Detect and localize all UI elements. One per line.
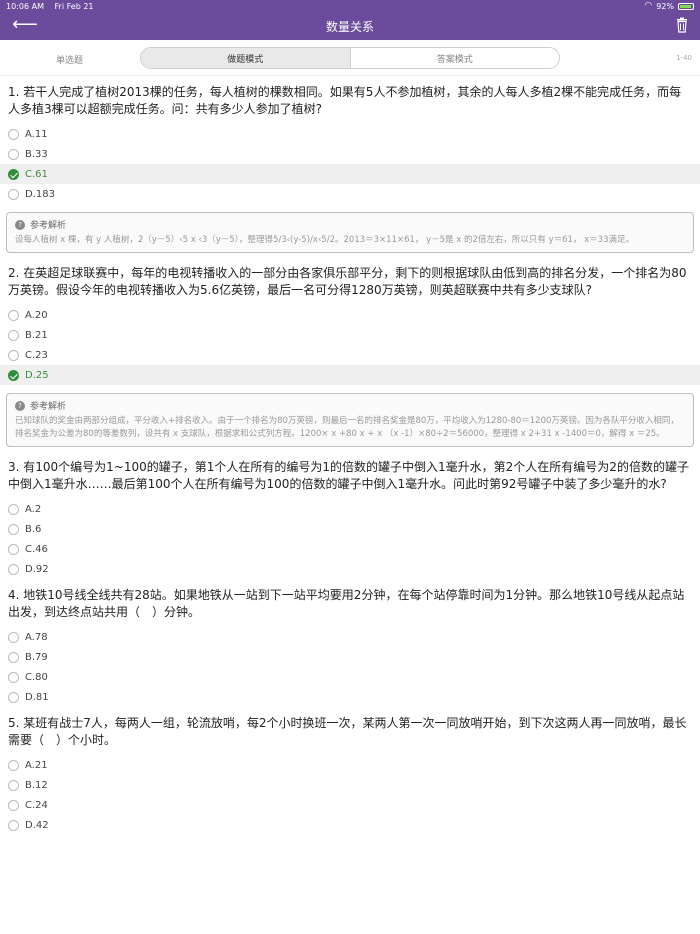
question-mark-icon: ? — [15, 219, 25, 230]
battery-icon — [678, 2, 694, 10]
option-a[interactable]: A.11 — [0, 124, 700, 144]
option-label: C.80 — [25, 671, 48, 683]
page-title: 数量关系 — [325, 19, 374, 34]
option-b[interactable]: B.21 — [0, 325, 700, 345]
option-label: D.25 — [25, 369, 49, 381]
option-label: C.24 — [25, 799, 48, 811]
option-label: A.20 — [25, 309, 48, 321]
question-1: 1. 若干人完成了植树2013棵的任务，每人植树的棵数相同。如果有5人不参加植树… — [0, 76, 700, 253]
explanation-header: ? 参考解析 — [15, 399, 685, 412]
option-c[interactable]: C.80 — [0, 667, 700, 687]
option-b[interactable]: B.79 — [0, 647, 700, 667]
radio-icon — [8, 329, 19, 341]
option-label: D.81 — [25, 691, 49, 703]
option-d[interactable]: D.81 — [0, 687, 700, 707]
battery-percent: 92% — [656, 1, 674, 11]
option-label: B.79 — [25, 651, 48, 663]
radio-icon — [8, 309, 19, 321]
radio-icon — [8, 691, 19, 703]
question-text: 2. 在英超足球联赛中，每年的电视转播收入的一部分由各家俱乐部平分，剩下的则根据… — [8, 266, 687, 297]
radio-icon — [8, 671, 19, 683]
question-3: 3. 有100个编号为1~100的罐子，第1个人在所有的编号为1的倍数的罐子中倒… — [0, 451, 700, 579]
radio-icon — [8, 779, 19, 791]
radio-icon — [8, 543, 19, 555]
option-c[interactable]: C.24 — [0, 795, 700, 815]
option-a[interactable]: A.20 — [0, 305, 700, 325]
radio-icon — [8, 759, 19, 771]
explanation-label: 参考解析 — [30, 221, 67, 231]
option-a[interactable]: A.21 — [0, 755, 700, 775]
top-bar: 10:06 AM Fri Feb 21 ◠ 92% ⟵ 数量关系 — [0, 0, 700, 40]
question-list: 1. 若干人完成了植树2013棵的任务，每人植树的棵数相同。如果有5人不参加植树… — [0, 76, 700, 835]
option-b[interactable]: B.6 — [0, 519, 700, 539]
wifi-icon: ◠ — [644, 1, 653, 11]
radio-icon — [8, 799, 19, 811]
radio-icon — [8, 349, 19, 361]
question-type-label: 单选题 — [56, 56, 84, 66]
option-a[interactable]: A.78 — [0, 627, 700, 647]
tab-answer-mode[interactable]: 答案模式 — [351, 48, 560, 68]
question-text: 5. 某班有战士7人，每两人一组，轮流放哨，每2个小时换班一次，某两人第一次一同… — [8, 716, 687, 747]
option-label: B.33 — [25, 148, 48, 160]
option-label: B.21 — [25, 329, 48, 341]
radio-icon — [8, 819, 19, 831]
radio-icon — [8, 631, 19, 643]
question-text: 3. 有100个编号为1~100的罐子，第1个人在所有的编号为1的倍数的罐子中倒… — [8, 460, 689, 491]
question-2: 2. 在英超足球联赛中，每年的电视转播收入的一部分由各家俱乐部平分，剩下的则根据… — [0, 257, 700, 447]
radio-icon — [8, 651, 19, 663]
option-label: A.21 — [25, 759, 48, 771]
radio-icon — [8, 503, 19, 515]
option-d[interactable]: D.183 — [0, 184, 700, 204]
option-label: D.92 — [25, 563, 49, 575]
trash-icon[interactable] — [676, 17, 688, 33]
status-date: Fri Feb 21 — [54, 1, 94, 11]
option-label: C.23 — [25, 349, 48, 361]
option-label: C.46 — [25, 543, 48, 555]
option-label: A.11 — [25, 128, 48, 140]
question-text: 4. 地铁10号线全线共有28站。如果地铁从一站到下一站平均要用2分钟，在每个站… — [8, 588, 685, 619]
option-label: A.78 — [25, 631, 48, 643]
radio-icon — [8, 523, 19, 535]
option-d[interactable]: D.25 — [0, 365, 700, 385]
option-c[interactable]: C.46 — [0, 539, 700, 559]
option-label: C.61 — [25, 168, 48, 180]
question-5: 5. 某班有战士7人，每两人一组，轮流放哨，每2个小时换班一次，某两人第一次一同… — [0, 707, 700, 835]
radio-icon — [8, 148, 19, 160]
explanation-box: ? 参考解析 设每人植树 x 棵，有 y 人植树，2（y－5）‹5 x ‹3（y－… — [6, 212, 694, 253]
option-label: B.12 — [25, 779, 48, 791]
option-d[interactable]: D.92 — [0, 559, 700, 579]
option-a[interactable]: A.2 — [0, 499, 700, 519]
option-label: B.6 — [25, 523, 42, 535]
question-mark-icon: ? — [15, 400, 25, 411]
option-b[interactable]: B.33 — [0, 144, 700, 164]
option-c[interactable]: C.23 — [0, 345, 700, 365]
question-range: 1-40 — [676, 54, 692, 62]
status-bar: 10:06 AM Fri Feb 21 ◠ 92% — [0, 0, 700, 12]
tab-practice-mode[interactable]: 做题模式 — [141, 48, 351, 68]
option-label: D.42 — [25, 819, 49, 831]
question-4: 4. 地铁10号线全线共有28站。如果地铁从一站到下一站平均要用2分钟，在每个站… — [0, 579, 700, 707]
question-text: 1. 若干人完成了植树2013棵的任务，每人植树的棵数相同。如果有5人不参加植树… — [8, 85, 682, 116]
status-time: 10:06 AM — [6, 1, 44, 11]
option-label: A.2 — [25, 503, 42, 515]
explanation-text: 设每人植树 x 棵，有 y 人植树，2（y－5）‹5 x ‹3（y－5），整理得… — [15, 235, 634, 245]
radio-icon — [8, 563, 19, 575]
option-label: D.183 — [25, 188, 55, 200]
mode-segmented-control: 做题模式 答案模式 — [140, 47, 560, 69]
radio-icon — [8, 128, 19, 140]
nav-row: ⟵ 数量关系 — [0, 12, 700, 40]
radio-icon — [8, 188, 19, 200]
option-c[interactable]: C.61 — [0, 164, 700, 184]
explanation-box: ? 参考解析 已知球队的奖金由两部分组成，平分收入+排名收入。由于一个排名为80万… — [6, 393, 694, 447]
mode-bar: 单选题 做题模式 答案模式 1-40 — [0, 40, 700, 76]
check-circle-icon — [8, 168, 19, 180]
option-b[interactable]: B.12 — [0, 775, 700, 795]
back-arrow-icon[interactable]: ⟵ — [12, 15, 38, 35]
check-circle-icon — [8, 369, 19, 381]
explanation-label: 参考解析 — [30, 402, 67, 412]
option-d[interactable]: D.42 — [0, 815, 700, 835]
explanation-header: ? 参考解析 — [15, 218, 685, 231]
explanation-text: 已知球队的奖金由两部分组成，平分收入+排名收入。由于一个排名为80万英镑，则最后… — [15, 416, 679, 439]
